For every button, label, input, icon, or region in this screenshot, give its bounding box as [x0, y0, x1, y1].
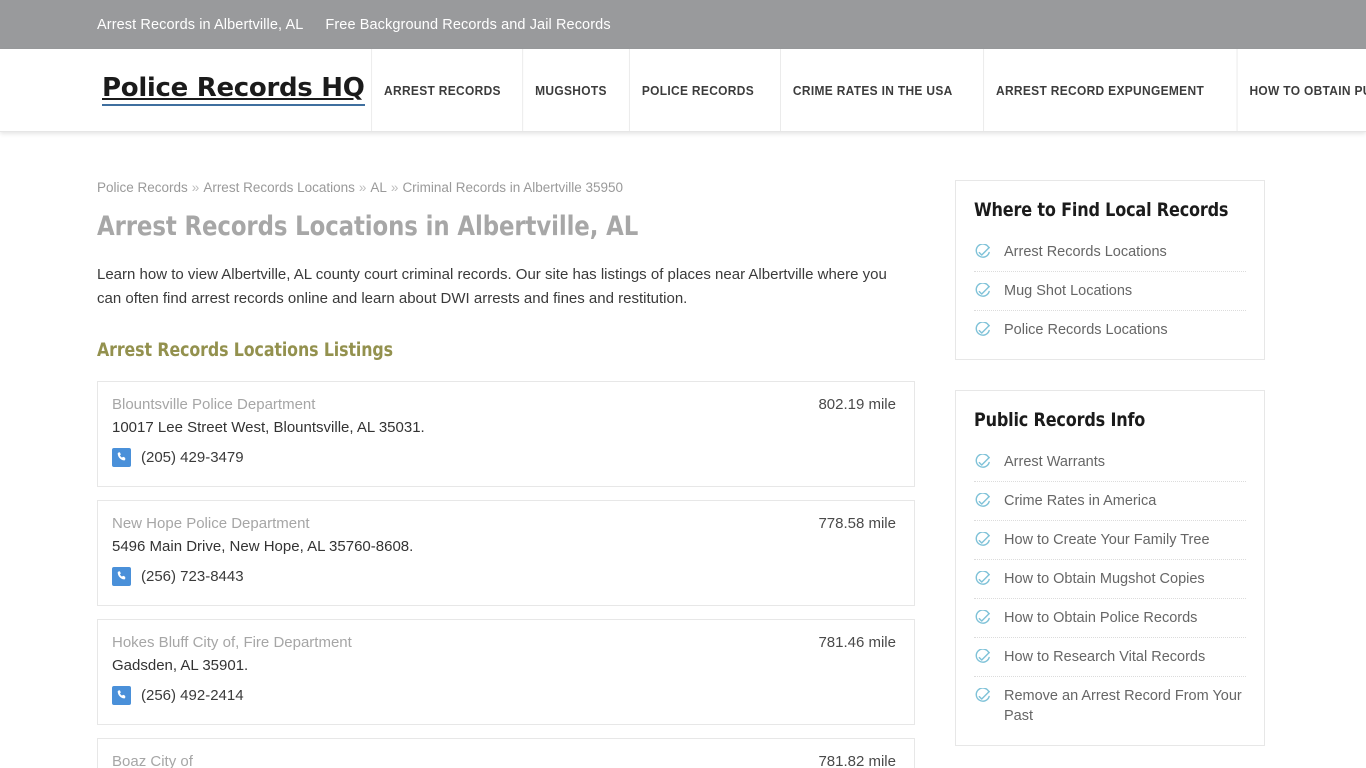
intro-paragraph: Learn how to view Albertville, AL county…	[97, 266, 887, 308]
breadcrumb-item-al[interactable]: AL	[370, 180, 387, 195]
listing-name[interactable]: New Hope Police Department	[112, 515, 310, 532]
nav-item-how-to-obtain-public-records[interactable]: HOW TO OBTAIN PUBLIC RECORDS	[1236, 49, 1366, 131]
phone-icon	[112, 566, 131, 586]
listing-card[interactable]: Hokes Bluff City of, Fire Department 781…	[97, 618, 915, 725]
site-header: Police Records HQ ARREST RECORDS MUGSHOT…	[0, 49, 1366, 132]
widget-title: Public Records Info	[974, 409, 1146, 431]
nav-item-mugshots[interactable]: MUGSHOTS	[522, 49, 620, 131]
listing-address: 5496 Main Drive, New Hope, AL 35760-8608…	[112, 537, 414, 555]
check-circle-icon	[974, 453, 991, 471]
top-utility-bar: Arrest Records in Albertville, AL Free B…	[0, 0, 1366, 49]
list-item-label[interactable]: How to Research Vital Records	[1004, 647, 1205, 667]
listing-distance: 781.82 mile	[818, 752, 896, 768]
listing-distance: 778.58 mile	[818, 514, 896, 532]
listing-card[interactable]: New Hope Police Department 778.58 mile 5…	[97, 499, 915, 606]
check-circle-icon	[974, 321, 991, 339]
check-circle-icon	[974, 243, 991, 261]
breadcrumb: Police Records» Arrest Records Locations»…	[97, 180, 915, 195]
listing-card[interactable]: Blountsville Police Department 802.19 mi…	[97, 380, 915, 487]
check-circle-icon	[974, 609, 991, 627]
nav-item-arrest-records[interactable]: ARREST RECORDS	[370, 49, 513, 131]
check-circle-icon	[974, 648, 991, 666]
widget-list: Arrest Records Locations Mug Shot Locati…	[974, 233, 1246, 349]
logo-container: Police Records HQ	[0, 49, 365, 131]
page-title: Arrest Records Locations in Albertville,…	[97, 211, 639, 242]
main-navigation: ARREST RECORDS MUGSHOTS POLICE RECORDS C…	[365, 49, 1366, 131]
list-item[interactable]: How to Research Vital Records	[974, 638, 1246, 677]
widget-where-to-find-local-records: Where to Find Local Records Arrest Recor…	[955, 180, 1265, 360]
list-item[interactable]: Remove an Arrest Record From Your Past	[974, 677, 1246, 735]
listing-address: Gadsden, AL 35901.	[112, 656, 249, 674]
list-item-label[interactable]: How to Create Your Family Tree	[1004, 530, 1210, 550]
listing-address: 10017 Lee Street West, Blountsville, AL …	[112, 418, 425, 436]
list-item-label[interactable]: Arrest Warrants	[1004, 452, 1105, 472]
listing-header: Hokes Bluff City of, Fire Department 781…	[112, 634, 898, 651]
listing-name[interactable]: Boaz City of	[112, 753, 193, 768]
topbar-link-free-background-records[interactable]: Free Background Records and Jail Records	[325, 17, 610, 33]
breadcrumb-separator: »	[358, 180, 367, 195]
listings-heading: Arrest Records Locations Listings	[97, 339, 393, 361]
phone-icon	[112, 685, 131, 705]
list-item[interactable]: Crime Rates in America	[974, 482, 1246, 521]
listing-phone-number[interactable]: (205) 429-3479	[141, 449, 244, 466]
list-item-label[interactable]: How to Obtain Police Records	[1004, 608, 1197, 628]
list-item-label[interactable]: Police Records Locations	[1004, 320, 1168, 340]
list-item[interactable]: How to Create Your Family Tree	[974, 521, 1246, 560]
nav-item-crime-rates-in-the-usa[interactable]: CRIME RATES IN THE USA	[780, 49, 965, 131]
check-circle-icon	[974, 570, 991, 588]
breadcrumb-separator: »	[191, 180, 200, 195]
listing-header: Blountsville Police Department 802.19 mi…	[112, 396, 898, 413]
list-item-label[interactable]: Crime Rates in America	[1004, 491, 1156, 511]
site-logo[interactable]: Police Records HQ	[102, 74, 365, 107]
check-circle-icon	[974, 282, 991, 300]
listing-header: Boaz City of 781.82 mile	[112, 753, 898, 768]
sidebar: Where to Find Local Records Arrest Recor…	[955, 180, 1265, 768]
listing-phone-row: (205) 429-3479	[112, 447, 898, 467]
listing-phone-number[interactable]: (256) 492-2414	[141, 687, 244, 704]
check-circle-icon	[974, 531, 991, 549]
nav-item-arrest-record-expungement[interactable]: ARREST RECORD EXPUNGEMENT	[983, 49, 1216, 131]
listing-phone-row: (256) 492-2414	[112, 685, 898, 705]
widget-list: Arrest Warrants Crime Rates in America H…	[974, 443, 1246, 735]
listing-name[interactable]: Blountsville Police Department	[112, 396, 315, 413]
main-content: Police Records» Arrest Records Locations»…	[97, 180, 915, 768]
nav-item-police-records[interactable]: POLICE RECORDS	[629, 49, 766, 131]
listing-name[interactable]: Hokes Bluff City of, Fire Department	[112, 634, 352, 651]
check-circle-icon	[974, 492, 991, 510]
listing-phone-number[interactable]: (256) 723-8443	[141, 568, 244, 585]
breadcrumb-item-arrest-records-locations[interactable]: Arrest Records Locations	[203, 180, 355, 195]
list-item-label[interactable]: Remove an Arrest Record From Your Past	[1004, 686, 1246, 726]
list-item[interactable]: How to Obtain Mugshot Copies	[974, 560, 1246, 599]
listing-card[interactable]: Boaz City of 781.82 mile Boaz, AL 35957.…	[97, 737, 915, 768]
listing-header: New Hope Police Department 778.58 mile	[112, 515, 898, 532]
page-body: Police Records» Arrest Records Locations»…	[0, 132, 1366, 768]
list-item[interactable]: Arrest Records Locations	[974, 233, 1246, 272]
listing-distance: 802.19 mile	[818, 395, 896, 413]
list-item-label[interactable]: Arrest Records Locations	[1004, 242, 1167, 262]
listing-phone-row: (256) 723-8443	[112, 566, 898, 586]
phone-icon	[112, 447, 131, 467]
topbar-link-arrest-records[interactable]: Arrest Records in Albertville, AL	[97, 17, 303, 33]
list-item[interactable]: Mug Shot Locations	[974, 272, 1246, 311]
widget-title: Where to Find Local Records	[974, 199, 1229, 221]
check-circle-icon	[974, 687, 991, 705]
listing-distance: 781.46 mile	[818, 633, 896, 651]
breadcrumb-item-current: Criminal Records in Albertville 35950	[402, 180, 624, 195]
list-item-label[interactable]: Mug Shot Locations	[1004, 281, 1132, 301]
list-item[interactable]: How to Obtain Police Records	[974, 599, 1246, 638]
list-item-label[interactable]: How to Obtain Mugshot Copies	[1004, 569, 1205, 589]
breadcrumb-item-police-records[interactable]: Police Records	[97, 180, 188, 195]
widget-public-records-info: Public Records Info Arrest Warrants Crim…	[955, 390, 1265, 746]
list-item[interactable]: Arrest Warrants	[974, 443, 1246, 482]
list-item[interactable]: Police Records Locations	[974, 311, 1246, 349]
breadcrumb-separator: »	[390, 180, 399, 195]
